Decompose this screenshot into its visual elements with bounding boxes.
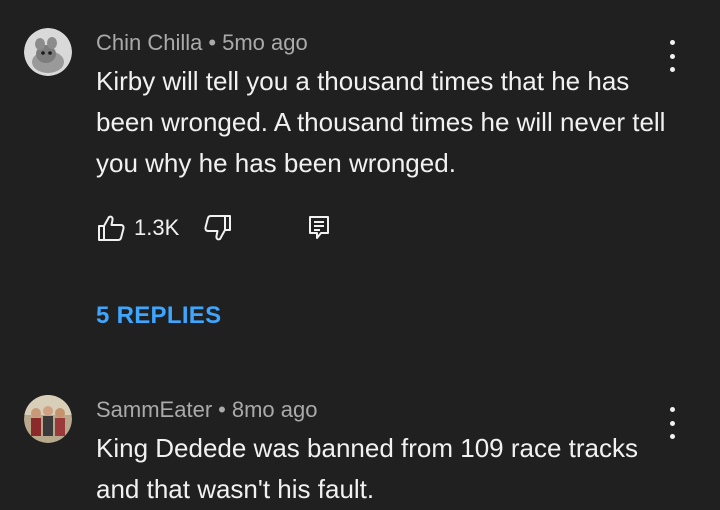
- dislike-button[interactable]: [203, 213, 233, 243]
- comment-text: Kirby will tell you a thousand times tha…: [96, 66, 666, 178]
- group-photo-avatar: [24, 395, 72, 443]
- comment-timestamp[interactable]: 5mo ago: [222, 30, 308, 55]
- more-vert-dot: [669, 420, 675, 426]
- reply-icon: [309, 216, 330, 239]
- more-vert-dot: [669, 67, 675, 72]
- comment-actions: 1.3K: [96, 213, 331, 243]
- thumbs-up-icon: [98, 215, 125, 241]
- comment-timestamp[interactable]: 8mo ago: [232, 397, 318, 422]
- avatar[interactable]: [24, 28, 72, 76]
- comment-thread-2: SammEater • 8mo ago King Dedede was banned…: [0, 360, 720, 510]
- more-vert-dot: [669, 53, 675, 59]
- comment-text: King Dedede was banned from 109 race tra…: [96, 433, 638, 504]
- more-vert-icon: [669, 40, 675, 45]
- chinchilla-avatar: [24, 28, 72, 76]
- comment-thread-1: Chin Chilla • 5mo ago Kirby will tell you …: [0, 0, 720, 360]
- comment-meta: SammEater • 8mo ago: [96, 397, 317, 423]
- thumbs-down-icon: [204, 215, 232, 241]
- meta-separator: •: [218, 397, 226, 422]
- author-name[interactable]: Chin Chilla: [96, 30, 202, 55]
- reply-button[interactable]: [307, 214, 331, 242]
- avatar[interactable]: [24, 395, 72, 443]
- meta-separator: •: [208, 30, 217, 55]
- more-vert-icon: [669, 407, 675, 412]
- author-name[interactable]: SammEater: [96, 397, 212, 422]
- like-button[interactable]: 1.3K: [96, 213, 179, 243]
- more-vert-dot: [669, 434, 675, 439]
- view-replies-button[interactable]: 5 REPLIES: [96, 302, 221, 330]
- like-count: 1.3K: [134, 215, 180, 240]
- comment-meta: Chin Chilla • 5mo ago: [96, 30, 308, 56]
